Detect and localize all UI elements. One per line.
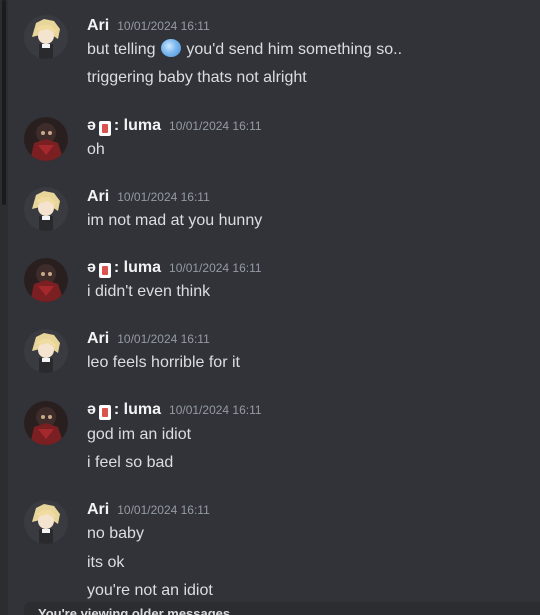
- dark-red-character-avatar: [24, 401, 68, 445]
- ari-avatar[interactable]: [24, 329, 68, 373]
- chat-message-list[interactable]: Ari 10/01/2024 16:11 but telling you'd s…: [0, 0, 540, 615]
- message-line: but telling you'd send him something so.…: [87, 39, 402, 61]
- playing-card-icon: [98, 404, 111, 420]
- message-line: god im an idiot: [87, 426, 192, 443]
- message-line: its ok: [87, 554, 125, 571]
- message-line: i didn't even think: [87, 283, 211, 300]
- author-name[interactable]: ə : luma: [87, 117, 161, 136]
- message-line: oh: [87, 141, 105, 158]
- message-text: you'd send him something so..: [186, 41, 403, 58]
- anime-blonde-boy-avatar: [24, 15, 68, 59]
- message-line: i feel so bad: [87, 454, 174, 471]
- ari-avatar[interactable]: [24, 500, 68, 544]
- anime-blonde-boy-avatar: [24, 500, 68, 544]
- anime-blonde-boy-avatar: [24, 187, 68, 231]
- author-name[interactable]: Ari: [87, 330, 109, 348]
- message-line: im not mad at you hunny: [87, 212, 263, 229]
- older-messages-notice: You're viewing older messages: [38, 606, 231, 615]
- author-name[interactable]: ə : luma: [87, 401, 161, 420]
- luma-avatar[interactable]: [24, 258, 68, 302]
- older-messages-banner[interactable]: You're viewing older messages: [24, 602, 540, 615]
- dark-red-character-avatar: [24, 117, 68, 161]
- message-timestamp: 10/01/2024 16:11: [169, 403, 262, 417]
- message-timestamp: 10/01/2024 16:11: [117, 190, 210, 204]
- message-line: leo feels horrible for it: [87, 354, 240, 371]
- message-timestamp: 10/01/2024 16:11: [117, 503, 210, 517]
- luma-avatar[interactable]: [24, 401, 68, 445]
- message-text: but telling: [87, 41, 156, 58]
- message-line: triggering baby thats not alright: [87, 69, 307, 86]
- ari-avatar[interactable]: [24, 187, 68, 231]
- author-name[interactable]: Ari: [87, 17, 109, 35]
- scrollbar-thumb[interactable]: [2, 0, 6, 205]
- playing-card-icon: [98, 120, 111, 136]
- scrollbar[interactable]: [0, 0, 8, 615]
- message-timestamp: 10/01/2024 16:11: [169, 261, 262, 275]
- message-line: you're not an idiot: [87, 582, 213, 599]
- message-timestamp: 10/01/2024 16:11: [117, 19, 210, 33]
- playing-card-icon: [98, 262, 111, 278]
- message-timestamp: 10/01/2024 16:11: [169, 119, 262, 133]
- dark-red-character-avatar: [24, 258, 68, 302]
- blue-orb-emoji-icon: [160, 39, 181, 57]
- author-name[interactable]: Ari: [87, 188, 109, 206]
- anime-blonde-boy-avatar: [24, 329, 68, 373]
- author-name[interactable]: Ari: [87, 501, 109, 519]
- message-line: no baby: [87, 525, 144, 542]
- ari-avatar[interactable]: [24, 15, 68, 59]
- message-timestamp: 10/01/2024 16:11: [117, 332, 210, 346]
- luma-avatar[interactable]: [24, 117, 68, 161]
- author-name[interactable]: ə : luma: [87, 259, 161, 278]
